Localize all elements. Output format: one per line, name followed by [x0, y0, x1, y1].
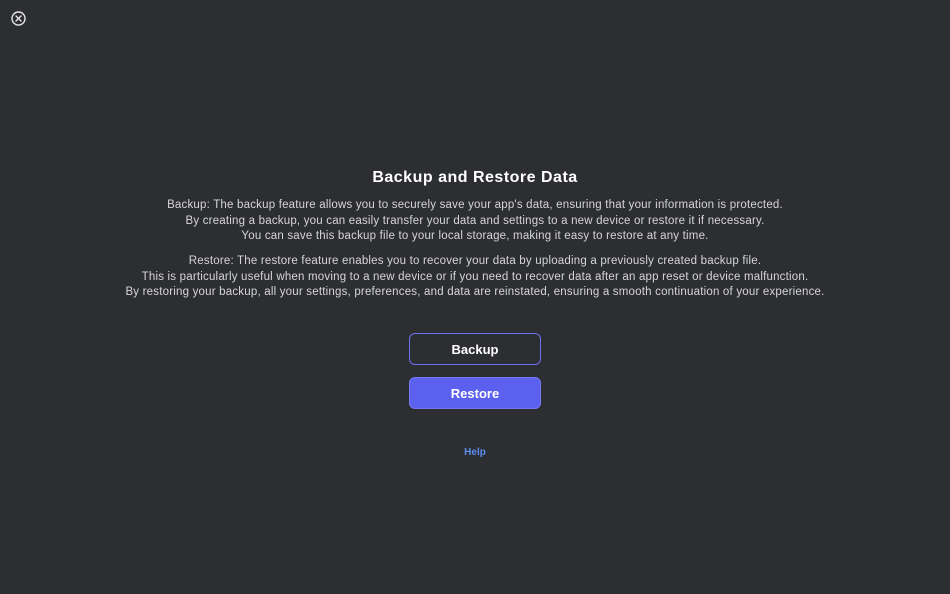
restore-description-line: Restore: The restore feature enables you…: [188, 255, 762, 267]
backup-button[interactable]: Backup: [409, 333, 541, 365]
circle-x-icon: [11, 11, 26, 26]
restore-description-line: By restoring your backup, all your setti…: [125, 286, 825, 298]
close-button[interactable]: [10, 10, 27, 27]
backup-restore-screen: Backup and Restore Data Backup: The back…: [0, 0, 950, 594]
backup-description-line: By creating a backup, you can easily tra…: [185, 214, 765, 227]
restore-button[interactable]: Restore: [409, 377, 541, 409]
backup-description-line: You can save this backup file to your lo…: [241, 230, 709, 242]
help-link[interactable]: Help: [0, 447, 950, 458]
backup-description: Backup: The backup feature allows you to…: [0, 198, 950, 245]
page-title: Backup and Restore Data: [372, 169, 578, 186]
restore-description: Restore: The restore feature enables you…: [0, 254, 950, 301]
backup-description-line: Backup: The backup feature allows you to…: [167, 199, 783, 211]
restore-description-line: This is particularly useful when moving …: [141, 270, 809, 283]
